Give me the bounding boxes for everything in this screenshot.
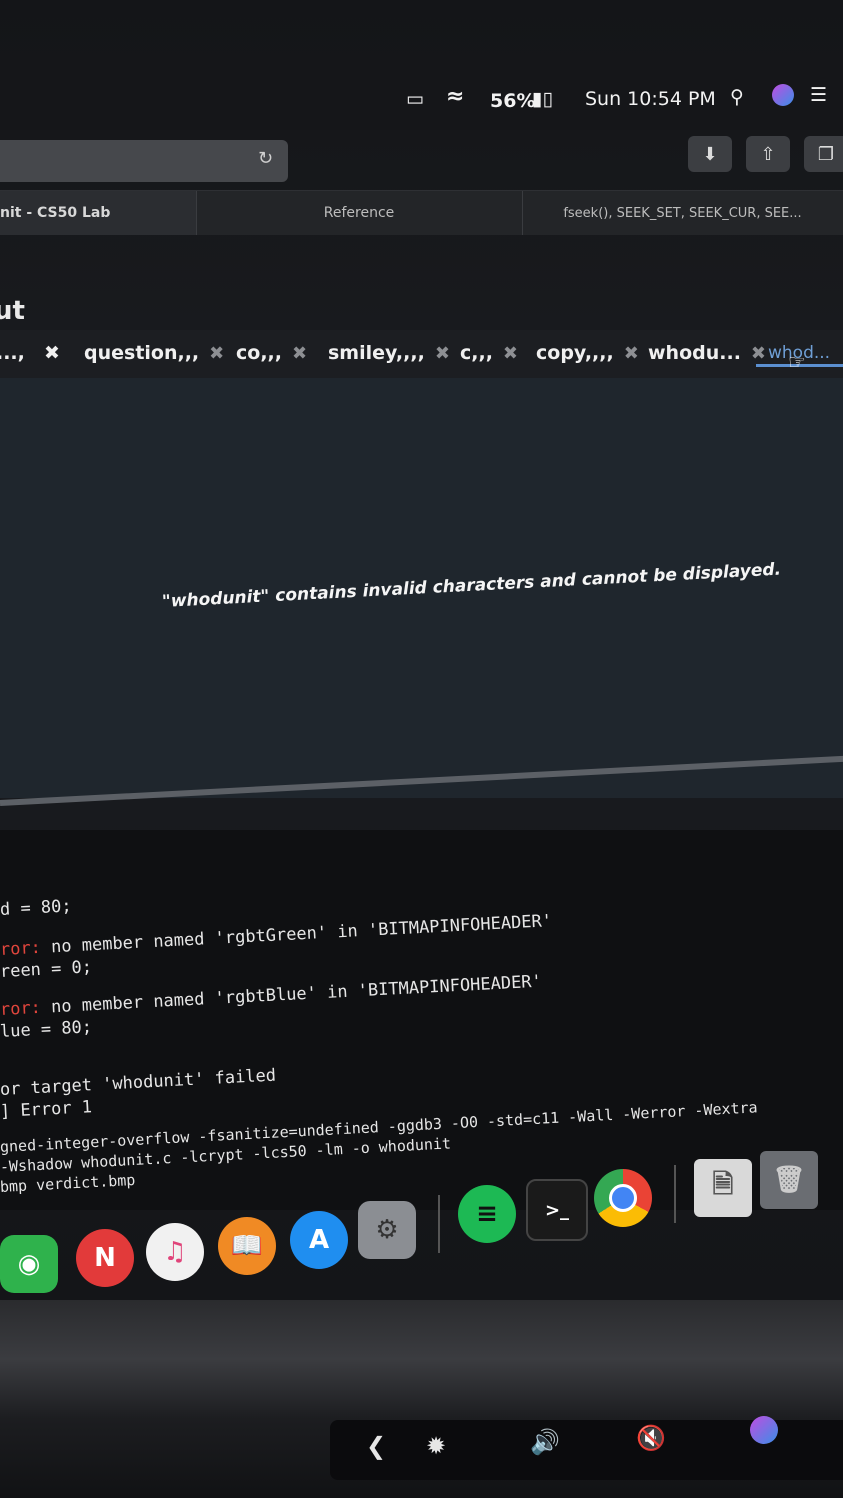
terminal-line: reen = 0; [0,957,93,982]
downloads-folder-icon[interactable]: 🗎 [694,1159,752,1217]
terminal-line: ] Error 1 [0,1097,93,1122]
browser-tab-cs50-lab[interactable]: nit - CS50 Lab [0,191,197,235]
siri-touchbar-icon[interactable] [750,1416,778,1444]
battery-icon[interactable]: ▮▯ [532,88,553,110]
chrome-center-icon [609,1184,637,1212]
terminal-line: ror: no member named 'rgbtBlue' in 'BITM… [0,971,543,1020]
terminal-line: d = 80; [0,896,73,920]
reload-icon[interactable]: ↻ [258,148,280,170]
editor-tab-copy[interactable]: copy,,,, ✖ [536,338,639,368]
close-icon[interactable]: ✖ [435,343,450,364]
tabs-overview-button[interactable]: ❐ [804,136,843,172]
close-icon[interactable]: ✖ [44,338,60,368]
spotlight-search-icon[interactable]: ⚲ [730,86,744,108]
terminal-line: ror: no member named 'rgbtGreen' in 'BIT… [0,911,553,960]
editor-tab-c[interactable]: c,,, ✖ [460,338,518,368]
address-bar[interactable]: ↻ [0,140,288,182]
download-button[interactable]: ⬇ [688,136,732,172]
terminal-line: lue = 80; [0,1017,93,1042]
laptop-screen: ▭ ≈ 56% ▮▯ Sun 10:54 PM ⚲ ☰ ↻ ⬇ ⇧ ❐ nit … [0,0,843,1300]
panel-title: ut [0,296,25,326]
system-preferences-icon[interactable]: ⚙ [358,1201,416,1259]
browser-tab-fseek[interactable]: fseek(), SEEK_SET, SEEK_CUR, SEE... [522,191,843,235]
close-icon[interactable]: ✖ [503,343,518,364]
brightness-icon[interactable]: ✹ [426,1432,446,1460]
app-store-icon[interactable]: A [290,1211,348,1269]
download-icon: ⬇ [702,143,718,165]
wifi-icon[interactable]: ≈ [446,84,464,109]
terminal-line: or target 'whodunit' failed [0,1065,277,1100]
siri-icon[interactable] [772,84,794,106]
close-icon[interactable]: ✖ [624,343,639,364]
itunes-icon[interactable]: ♫ [146,1223,204,1281]
editor-tab-question[interactable]: question,,, ✖ [84,338,224,368]
laptop-bezel: ❮ ✹ 🔊 🔇 [0,1300,843,1498]
tabs-overview-icon: ❐ [817,143,835,165]
mouse-cursor-icon: ☞ [788,350,806,374]
share-icon: ⇧ [760,143,776,165]
dock-separator [438,1195,440,1253]
browser-tab-bar: nit - CS50 Lab Reference fseek(), SEEK_S… [0,190,843,235]
ibooks-icon[interactable]: 📖 [218,1217,276,1275]
editor-tab-bar: ..., ✖ question,,, ✖ co,,, ✖ smiley,,,, … [0,330,843,378]
terminal-icon[interactable]: >_ [526,1179,588,1241]
dock: ◉ N ♫ 📖 A ⚙ ≡ >_ 🗎 🗑 [0,1151,843,1295]
trash-icon[interactable]: 🗑 [760,1151,818,1209]
battery-percent[interactable]: 56% [490,90,535,112]
touchbar-collapse-icon[interactable]: ❮ [366,1432,386,1460]
share-button[interactable]: ⇧ [746,136,790,172]
editor-tab-smiley[interactable]: smiley,,,, ✖ [328,338,450,368]
notification-center-icon[interactable]: ☰ [810,84,827,106]
clock[interactable]: Sun 10:54 PM [585,88,716,110]
facetime-icon[interactable]: ◉ [0,1235,58,1293]
volume-icon[interactable]: 🔊 [530,1428,560,1456]
editor-tab-co[interactable]: co,,, ✖ [236,338,307,368]
close-icon[interactable]: ✖ [751,343,766,364]
airplay-icon[interactable]: ▭ [406,88,424,110]
close-icon[interactable]: ✖ [209,343,224,364]
browser-tab-reference[interactable]: Reference [196,191,523,235]
terminal-pane[interactable]: d = 80; ror: no member named 'rgbtGreen'… [0,830,843,1210]
close-icon[interactable]: ✖ [292,343,307,364]
chrome-icon[interactable] [594,1169,652,1227]
touch-bar: ❮ ✹ 🔊 🔇 [330,1416,843,1480]
spotify-icon[interactable]: ≡ [458,1185,516,1243]
mute-icon[interactable]: 🔇 [636,1424,666,1452]
news-icon[interactable]: N [76,1229,134,1287]
editor-tab-whodu[interactable]: whodu... ✖ [648,338,766,368]
dock-separator [674,1165,676,1223]
menu-bar: ▭ ≈ 56% ▮▯ Sun 10:54 PM ⚲ ☰ [0,70,843,130]
editor-tab-0[interactable]: ..., [0,338,25,368]
